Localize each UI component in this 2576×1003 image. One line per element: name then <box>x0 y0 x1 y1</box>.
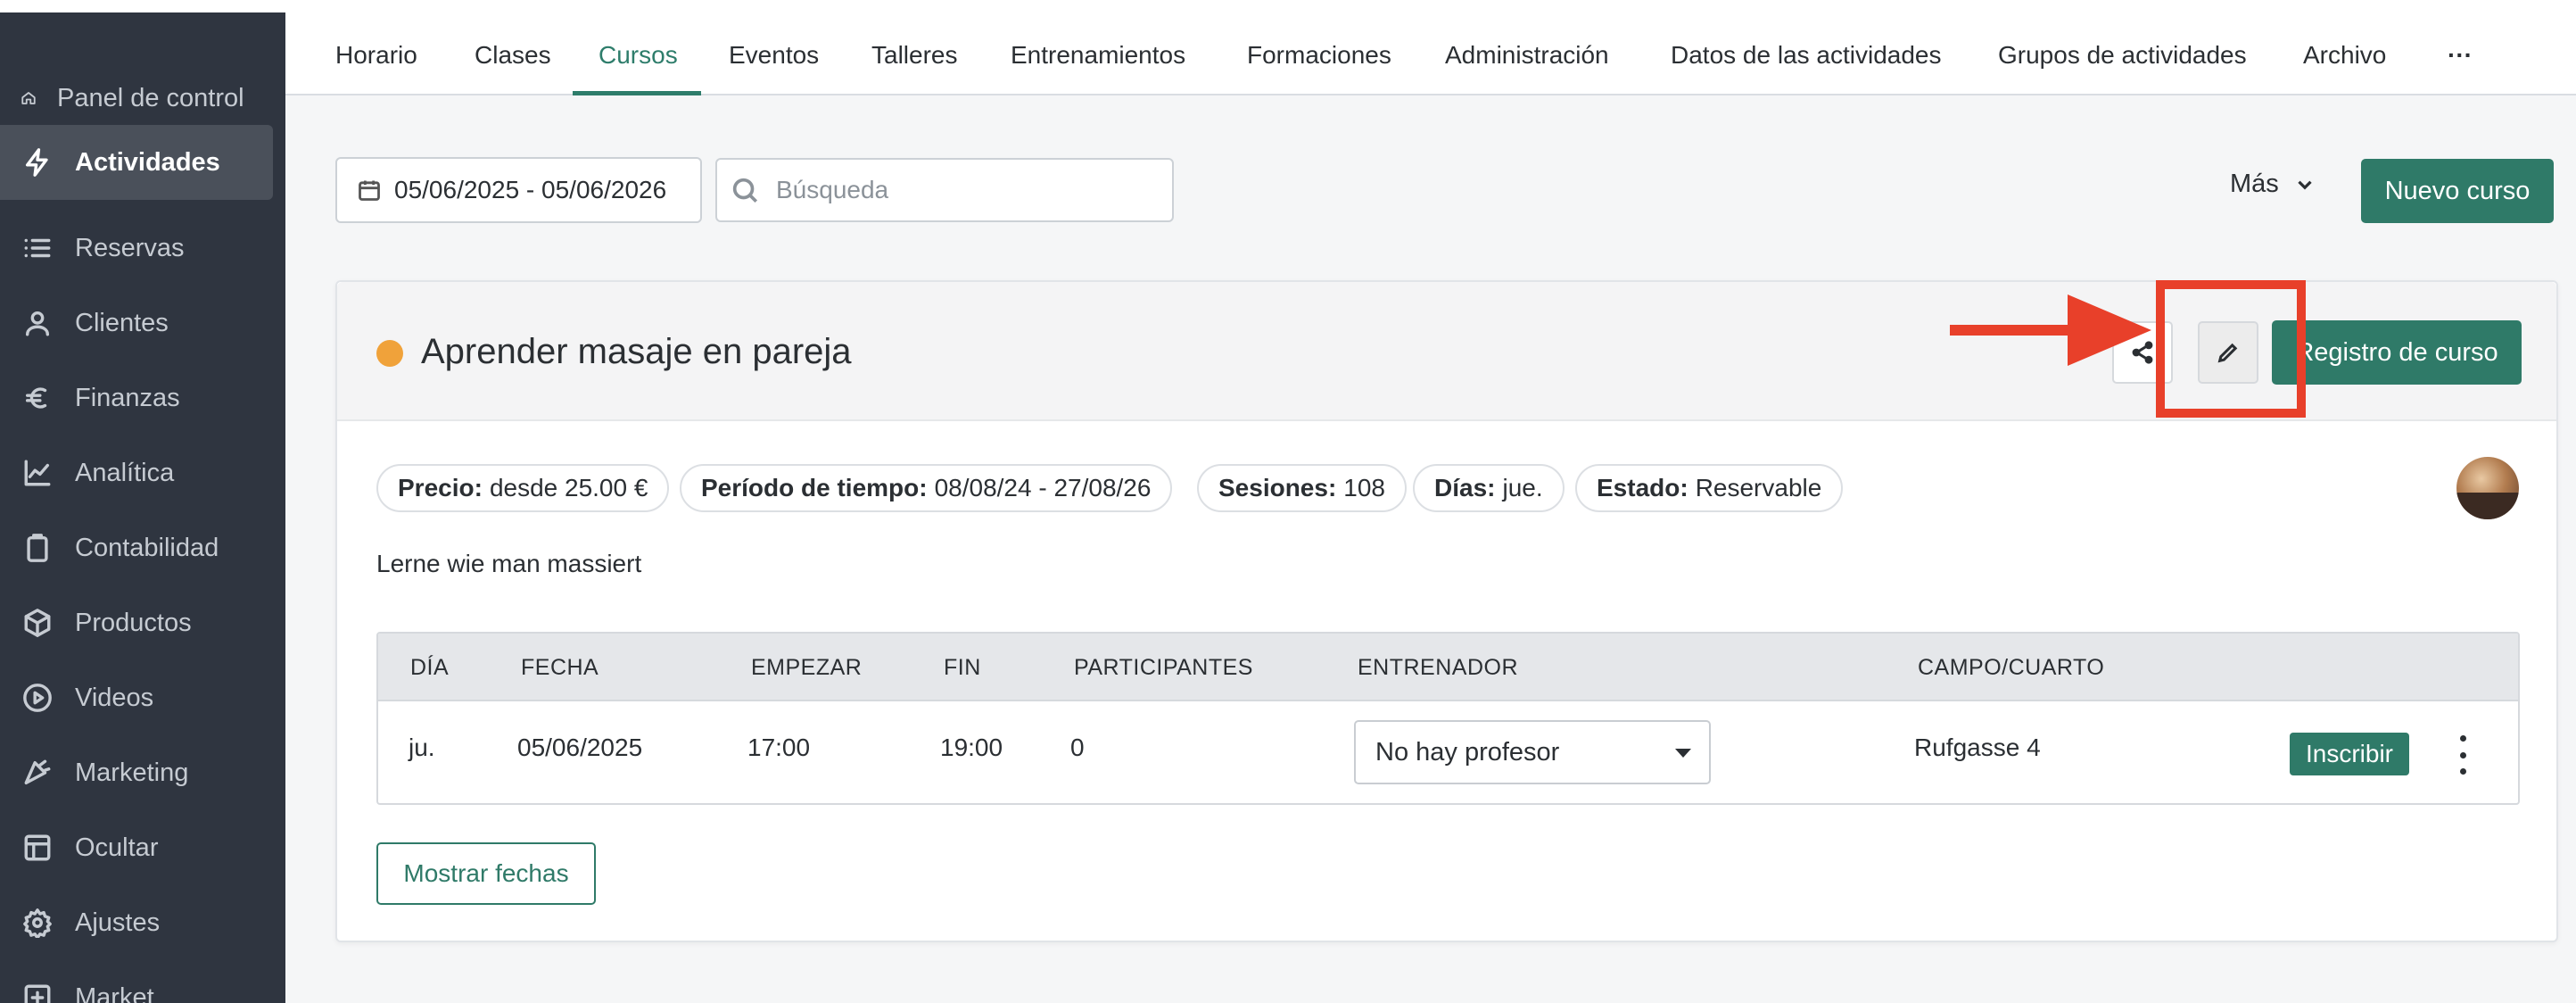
sidebar-item-label: Reservas <box>75 233 185 262</box>
column-header: EMPEZAR <box>751 655 863 680</box>
cell-day: ju. <box>409 734 435 761</box>
tab-clases[interactable]: Clases <box>475 41 551 95</box>
column-header: PARTICIPANTES <box>1074 655 1253 680</box>
sidebar-item-label: Finanzas <box>75 383 180 412</box>
sidebar-item-ajustes[interactable]: Ajustes <box>0 885 273 960</box>
more-label: Más <box>2230 170 2279 198</box>
sidebar-item-marketing[interactable]: Marketing <box>0 735 273 810</box>
days-chip: Días: jue. <box>1413 464 1565 512</box>
row-menu-icon[interactable] <box>2454 735 2472 775</box>
date-range-picker[interactable]: 05/06/2025 - 05/06/2026 <box>335 157 702 223</box>
show-dates-button[interactable]: Mostrar fechas <box>376 842 596 905</box>
chevron-down-icon <box>2298 180 2312 190</box>
sidebar-item-label: Analítica <box>75 458 175 487</box>
gear-icon <box>0 908 75 938</box>
status-dot <box>376 340 403 367</box>
trainer-avatar[interactable] <box>2456 457 2519 519</box>
list-icon <box>0 233 75 263</box>
tab-formaciones[interactable]: Formaciones <box>1247 41 1391 95</box>
home-icon <box>0 90 57 106</box>
chart-line-icon <box>0 458 75 488</box>
tab-cursos[interactable]: Cursos <box>599 41 678 95</box>
search-icon <box>732 178 758 203</box>
search-field[interactable] <box>715 158 1174 222</box>
tab-talleres[interactable]: Talleres <box>871 41 957 95</box>
sidebar-item-label: Clientes <box>75 308 169 337</box>
cell-room: Rufgasse 4 <box>1914 734 2041 761</box>
new-course-button[interactable]: Nuevo curso <box>2361 159 2554 223</box>
search-input[interactable] <box>776 176 1151 204</box>
play-circle-icon <box>0 683 75 713</box>
tab-archivo[interactable]: Archivo <box>2303 41 2386 95</box>
calendar-icon <box>359 180 380 201</box>
euro-icon <box>0 383 75 413</box>
period-chip: Período de tiempo: 08/08/24 - 27/08/26 <box>680 464 1173 512</box>
sidebar-item-analitica[interactable]: Analítica <box>0 435 273 510</box>
tab-horario[interactable]: Horario <box>335 41 417 95</box>
sidebar-item-label: Videos <box>75 683 154 712</box>
sidebar: Panel de control Actividades Reservas Cl… <box>0 0 285 1003</box>
column-header: CAMPO/CUARTO <box>1918 655 2105 680</box>
tab-administracion[interactable]: Administración <box>1445 41 1609 95</box>
annotation-arrow <box>1950 294 2151 366</box>
sidebar-item-label: Contabilidad <box>75 533 219 562</box>
sidebar-item-label: Actividades <box>75 147 220 177</box>
column-header: FECHA <box>521 655 599 680</box>
top-tabs: Horario Clases Cursos Eventos Talleres E… <box>285 0 2576 95</box>
course-registration-button[interactable]: Registro de curso <box>2272 320 2522 385</box>
tab-entrenamientos[interactable]: Entrenamientos <box>1011 41 1185 95</box>
tab-more-menu[interactable]: ··· <box>2448 41 2473 95</box>
sidebar-item-label: Panel de control <box>57 83 244 112</box>
status-chip: Estado: Reservable <box>1575 464 1844 512</box>
tab-grupos-de-actividades[interactable]: Grupos de actividades <box>1998 41 2247 95</box>
tab-datos-de-las-actividades[interactable]: Datos de las actividades <box>1671 41 1942 95</box>
sidebar-item-videos[interactable]: Videos <box>0 660 273 735</box>
more-dropdown[interactable]: Más <box>2230 170 2316 199</box>
sidebar-item-ocultar[interactable]: Ocultar <box>0 810 273 885</box>
sessions-table: DÍA FECHA EMPEZAR FIN PARTICIPANTES ENTR… <box>376 632 2520 805</box>
box-icon <box>0 608 75 638</box>
layout-icon <box>0 833 75 863</box>
sidebar-item-label: Ajustes <box>75 908 161 937</box>
trainer-select[interactable]: No hay profesor <box>1354 720 1711 784</box>
table-header: DÍA FECHA EMPEZAR FIN PARTICIPANTES ENTR… <box>378 634 2518 701</box>
sessions-chip: Sesiones: 108 <box>1197 464 1407 512</box>
active-tab-indicator <box>573 91 701 95</box>
column-header: FIN <box>944 655 981 680</box>
user-icon <box>0 308 75 338</box>
column-header: ENTRENADOR <box>1358 655 1519 680</box>
tab-eventos[interactable]: Eventos <box>729 41 819 95</box>
sidebar-item-label: Market <box>75 982 154 1003</box>
cell-start: 17:00 <box>747 734 811 761</box>
trainer-select-value: No hay profesor <box>1375 737 1560 767</box>
sidebar-item-clientes[interactable]: Clientes <box>0 286 273 361</box>
sidebar-item-label: Ocultar <box>75 833 159 862</box>
caret-down-icon <box>1675 749 1691 758</box>
sidebar-item-actividades[interactable]: Actividades <box>0 125 273 200</box>
course-title: Aprender masaje en pareja <box>421 332 852 371</box>
sidebar-item-label: Productos <box>75 608 192 637</box>
bolt-icon <box>0 147 75 178</box>
plus-square-icon <box>0 982 75 1003</box>
sidebar-item-finanzas[interactable]: Finanzas <box>0 361 273 435</box>
megaphone-icon <box>0 758 75 788</box>
column-header: DÍA <box>410 655 450 680</box>
cell-participants: 0 <box>1070 734 1085 761</box>
annotation-highlight-box <box>2156 280 2306 418</box>
clipboard-icon <box>0 533 75 563</box>
cell-date: 05/06/2025 <box>517 734 643 761</box>
date-range-value: 05/06/2025 - 05/06/2026 <box>394 176 667 203</box>
sidebar-item-contabilidad[interactable]: Contabilidad <box>0 510 273 585</box>
sidebar-item-market[interactable]: Market <box>0 960 273 1003</box>
enroll-button[interactable]: Inscribir <box>2290 733 2409 775</box>
sidebar-item-productos[interactable]: Productos <box>0 585 273 660</box>
course-description: Lerne wie man massiert <box>376 550 642 577</box>
cell-end: 19:00 <box>940 734 1003 761</box>
sidebar-item-label: Marketing <box>75 758 189 787</box>
price-chip: Precio: desde 25.00 € <box>376 464 670 512</box>
sidebar-item-reservas[interactable]: Reservas <box>0 211 273 286</box>
